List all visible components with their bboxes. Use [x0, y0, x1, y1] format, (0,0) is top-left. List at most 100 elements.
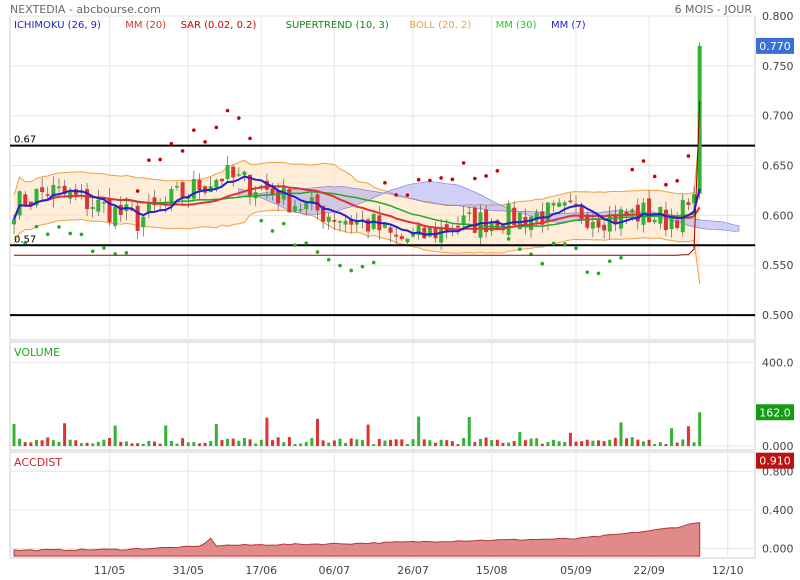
volume-bar — [658, 442, 662, 446]
volume-bar — [231, 438, 235, 446]
candle-body — [439, 226, 444, 243]
candle-body — [455, 225, 460, 228]
sar-dot — [461, 161, 466, 165]
sar-dot — [180, 149, 185, 153]
candle-body — [647, 198, 652, 223]
volume-bar — [96, 441, 100, 446]
sar-dot — [79, 232, 84, 237]
sar-dot — [90, 249, 95, 254]
candle-body — [287, 189, 292, 213]
volume-bar — [462, 438, 466, 446]
volume-bar — [332, 440, 336, 446]
candle-body — [596, 220, 601, 228]
legend-entry-2: SAR (0.02, 0.2) — [181, 20, 257, 31]
volume-bar — [276, 437, 280, 446]
candle-body — [304, 202, 309, 210]
volume-bar — [136, 443, 140, 446]
sar-dot — [135, 189, 140, 193]
sar-dot — [518, 247, 522, 251]
volume-title: VOLUME — [14, 346, 60, 359]
candle-body — [191, 179, 196, 199]
volume-bar — [664, 444, 668, 446]
volume-bar — [153, 441, 157, 446]
candle-body — [422, 227, 427, 239]
volume-bar — [377, 438, 381, 446]
candle-body — [40, 187, 45, 193]
volume-bar — [647, 439, 651, 446]
candle-body — [697, 45, 702, 194]
sar-dot — [585, 270, 590, 274]
volume-bar — [355, 439, 359, 446]
y-tick-label-price: 0.650 — [762, 160, 794, 173]
candle-body — [427, 227, 432, 237]
volume-bar — [428, 440, 432, 446]
y-tick-label-price: 0.700 — [762, 110, 794, 123]
volume-bar — [400, 439, 404, 446]
volume-bar — [46, 437, 50, 446]
volume-bar — [220, 440, 224, 446]
volume-bar — [434, 442, 438, 446]
volume-bar — [552, 439, 556, 446]
candle-body — [12, 219, 16, 225]
volume-bar — [344, 442, 348, 446]
candle-body — [276, 190, 281, 204]
sar-dot — [203, 140, 207, 144]
candle-body — [180, 182, 185, 199]
candle-body — [214, 179, 219, 188]
volume-bar — [164, 425, 168, 446]
volume-bar — [523, 440, 527, 446]
volume-bar — [51, 440, 55, 446]
volume-bar — [91, 443, 95, 446]
volume-bar — [315, 418, 319, 446]
candle-body — [663, 209, 668, 231]
volume-bar — [108, 437, 112, 446]
sar-dot — [360, 264, 365, 269]
volume-bar — [119, 441, 123, 446]
volume-bar — [12, 423, 16, 446]
volume-bar — [248, 439, 252, 446]
sar-dot — [281, 221, 286, 226]
sar-dot — [551, 241, 556, 246]
volume-bar — [113, 425, 117, 446]
candle-body — [551, 203, 556, 206]
level-label: 0.67 — [14, 135, 36, 146]
sar-dot — [540, 261, 545, 266]
sar-dot — [248, 136, 252, 141]
candle-body — [332, 219, 337, 222]
volume-bar — [226, 438, 230, 446]
volume-bar — [613, 437, 617, 446]
sar-dot — [416, 177, 421, 182]
sar-dot — [23, 240, 28, 245]
candle-body — [90, 206, 95, 210]
legend-entry-0: ICHIMOKU (26, 9) — [14, 20, 101, 31]
volume-bar — [349, 438, 353, 446]
volume-bar — [653, 443, 657, 446]
sar-dot — [405, 193, 410, 197]
candle-body — [467, 212, 472, 214]
volume-bar — [293, 444, 297, 446]
volume-bar — [130, 443, 134, 446]
x-tick-label: 05/09 — [560, 564, 592, 577]
volume-bar — [456, 444, 460, 446]
volume-bar — [186, 442, 190, 446]
sar-dot — [169, 141, 174, 146]
volume-bar — [18, 438, 22, 446]
volume-bar — [467, 417, 471, 446]
candle-body — [630, 209, 635, 213]
volume-bar — [636, 439, 640, 446]
sar-dot — [450, 177, 455, 182]
volume-bar — [478, 438, 482, 446]
volume-bar — [175, 443, 179, 446]
sar-dot — [641, 159, 646, 163]
x-tick-label: 31/05 — [172, 564, 204, 577]
candle-body — [225, 165, 230, 179]
volume-bar — [327, 442, 331, 446]
volume-bar — [670, 428, 674, 446]
volume-bar — [681, 439, 685, 446]
volume-bar — [675, 442, 679, 446]
sar-dot — [124, 251, 129, 255]
sar-dot — [304, 241, 309, 245]
sar-dot — [158, 157, 162, 162]
volume-bar — [158, 443, 162, 446]
volume-bar — [445, 440, 449, 446]
